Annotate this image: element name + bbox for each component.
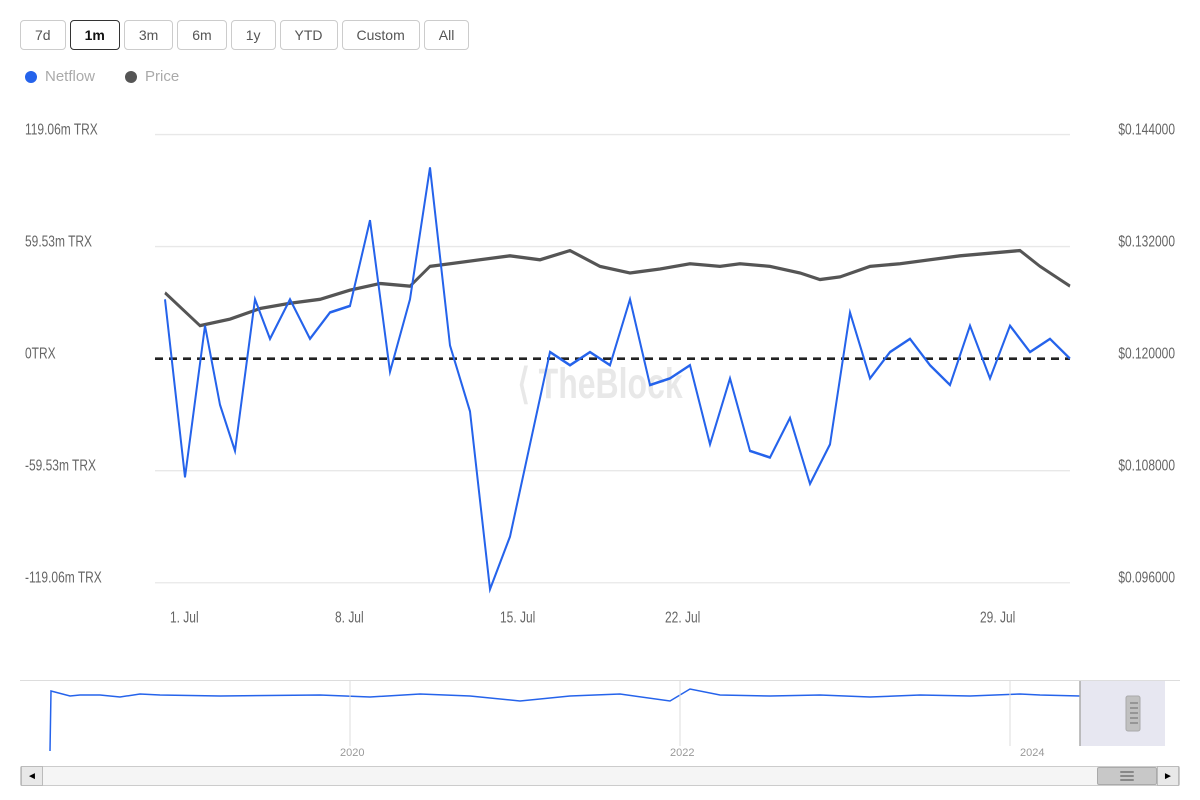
btn-custom[interactable]: Custom [342, 20, 420, 50]
svg-text:$0.144000: $0.144000 [1118, 120, 1175, 138]
svg-text:$0.108000: $0.108000 [1118, 456, 1175, 474]
mini-chart-svg: 2020 2022 2024 [20, 681, 1180, 761]
time-range-buttons: 7d 1m 3m 6m 1y YTD Custom All [20, 20, 1180, 50]
svg-text:1. Jul: 1. Jul [170, 608, 199, 626]
svg-text:$0.132000: $0.132000 [1118, 232, 1175, 250]
legend-netflow: Netflow [25, 68, 95, 85]
svg-text:0TRX: 0TRX [25, 344, 56, 362]
scroll-track[interactable] [43, 767, 1157, 785]
btn-7d[interactable]: 7d [20, 20, 66, 50]
scroll-grip [1120, 770, 1134, 782]
svg-text:2024: 2024 [1020, 747, 1044, 759]
main-chart-svg: 119.06m TRX 59.53m TRX 0TRX -59.53m TRX … [20, 95, 1180, 675]
svg-text:$0.120000: $0.120000 [1118, 344, 1175, 362]
chart-legend: Netflow Price [20, 68, 1180, 85]
main-container: 7d 1m 3m 6m 1y YTD Custom All Netflow Pr… [0, 0, 1200, 800]
btn-ytd[interactable]: YTD [280, 20, 338, 50]
scroll-thumb[interactable] [1097, 767, 1157, 785]
svg-text:2020: 2020 [340, 747, 364, 759]
chart-svg-wrapper: 119.06m TRX 59.53m TRX 0TRX -59.53m TRX … [20, 95, 1180, 675]
btn-6m[interactable]: 6m [177, 20, 226, 50]
btn-3m[interactable]: 3m [124, 20, 173, 50]
svg-text:$0.096000: $0.096000 [1118, 568, 1175, 586]
svg-text:15. Jul: 15. Jul [500, 608, 535, 626]
svg-text:8. Jul: 8. Jul [335, 608, 364, 626]
svg-text:29. Jul: 29. Jul [980, 608, 1015, 626]
scrollbar[interactable]: ◄ ► [20, 766, 1180, 786]
btn-1y[interactable]: 1y [231, 20, 276, 50]
chart-area: 119.06m TRX 59.53m TRX 0TRX -59.53m TRX … [20, 95, 1180, 790]
svg-text:2022: 2022 [670, 747, 694, 759]
scroll-right-button[interactable]: ► [1157, 766, 1179, 786]
scroll-left-button[interactable]: ◄ [21, 766, 43, 786]
svg-text:22. Jul: 22. Jul [665, 608, 700, 626]
btn-1m[interactable]: 1m [70, 20, 120, 50]
price-label: Price [145, 68, 179, 85]
netflow-dot [25, 71, 37, 83]
svg-text:59.53m TRX: 59.53m TRX [25, 232, 93, 250]
svg-text:-119.06m TRX: -119.06m TRX [25, 568, 102, 586]
main-chart: 119.06m TRX 59.53m TRX 0TRX -59.53m TRX … [20, 95, 1180, 675]
legend-price: Price [125, 68, 179, 85]
btn-all[interactable]: All [424, 20, 470, 50]
mini-chart: 2020 2022 2024 ◄ [20, 680, 1180, 790]
svg-text:-59.53m TRX: -59.53m TRX [25, 456, 97, 474]
netflow-label: Netflow [45, 68, 95, 85]
price-dot [125, 71, 137, 83]
svg-text:119.06m TRX: 119.06m TRX [25, 120, 98, 138]
